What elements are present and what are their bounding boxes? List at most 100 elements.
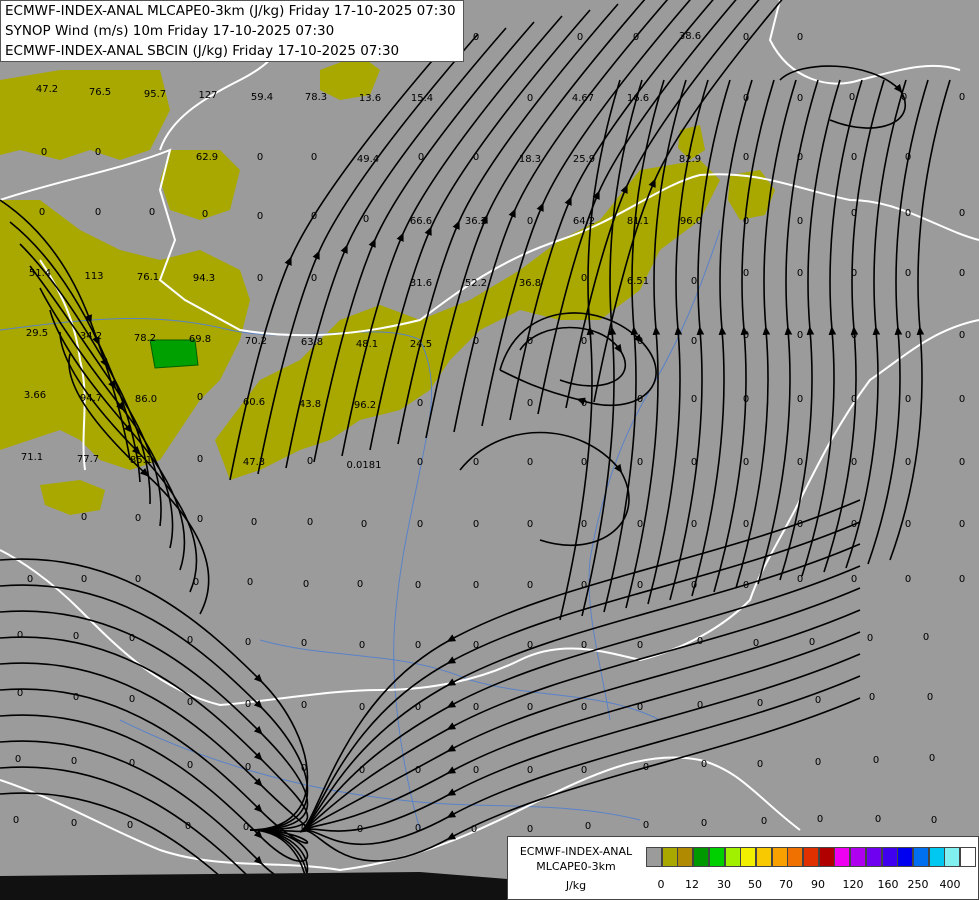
cape-zero-label: 0 (527, 765, 533, 776)
cape-zero-label: 0 (301, 763, 307, 774)
cape-zero-label: 0 (417, 398, 423, 409)
cape-zero-label: 0 (797, 216, 803, 227)
cape-zero-label: 0 (73, 631, 79, 642)
cape-value-label: 127 (198, 90, 217, 101)
cape-zero-label: 0 (417, 457, 423, 468)
cape-zero-label: 0 (585, 821, 591, 832)
cape-zero-label: 0 (187, 697, 193, 708)
cape-zero-label: 0 (743, 457, 749, 468)
cape-value-label: 71.1 (21, 452, 43, 463)
legend-label: 120 (842, 878, 864, 891)
cape-zero-label: 0 (905, 394, 911, 405)
cape-zero-label: 0 (743, 268, 749, 279)
cape-value-label: 69.8 (189, 334, 211, 345)
legend-swatch (881, 847, 898, 867)
cape-zero-label: 0 (959, 268, 965, 279)
legend-label: 70 (779, 878, 793, 891)
cape-value-label: 76.1 (137, 272, 159, 283)
legend-label: 12 (685, 878, 699, 891)
cape-zero-label: 0 (473, 702, 479, 713)
cape-zero-label: 0 (809, 637, 815, 648)
cape-zero-label: 0 (129, 758, 135, 769)
cape-zero-label: 0 (135, 574, 141, 585)
legend-swatch (834, 847, 851, 867)
legend-swatch (787, 847, 804, 867)
cape-zero-label: 0 (905, 208, 911, 219)
cape-zero-label: 0 (867, 633, 873, 644)
cape-zero-label: 0 (959, 574, 965, 585)
cape-zero-label: 0 (311, 273, 317, 284)
cape-zero-label: 0 (473, 32, 479, 43)
legend-swatch (865, 847, 882, 867)
cape-zero-label: 0 (245, 699, 251, 710)
cape-value-label: 13.6 (359, 93, 381, 104)
cape-zero-label: 0 (869, 692, 875, 703)
cape-zero-label: 0 (418, 152, 424, 163)
cape-zero-label: 0 (307, 456, 313, 467)
cape-zero-label: 0 (187, 760, 193, 771)
cape-value-label: 34.2 (80, 331, 102, 342)
legend-swatch (850, 847, 867, 867)
cape-zero-label: 0 (691, 580, 697, 591)
cape-zero-label: 0 (251, 517, 257, 528)
cape-zero-label: 0 (757, 759, 763, 770)
map-title-box: ECMWF-INDEX-ANAL MLCAPE0-3km (J/kg) Frid… (0, 0, 464, 62)
cape-zero-label: 0 (743, 394, 749, 405)
cape-zero-label: 0 (307, 517, 313, 528)
cape-zero-label: 0 (581, 457, 587, 468)
cape-zero-label: 0 (527, 336, 533, 347)
cape-zero-label: 0 (187, 635, 193, 646)
cape-value-label: 113 (84, 271, 103, 282)
legend-swatch (818, 847, 835, 867)
legend-title-param: MLCAPE0-3km (536, 860, 616, 873)
legend-title-unit: J/kg (565, 879, 587, 892)
cape-zero-label: 0 (359, 765, 365, 776)
cape-value-label: 96.2 (354, 400, 376, 411)
cape-zero-label: 0 (417, 519, 423, 530)
cape-zero-label: 0 (527, 640, 533, 651)
cape-zero-label: 0 (797, 330, 803, 341)
cape-zero-label: 0 (473, 519, 479, 530)
cape-zero-label: 0 (473, 336, 479, 347)
cape-value-label: 36.2 (465, 216, 487, 227)
cape-zero-label: 0 (797, 93, 803, 104)
cape-zero-label: 0 (637, 640, 643, 651)
cape-zero-label: 0 (905, 268, 911, 279)
cape-zero-label: 0 (577, 32, 583, 43)
cape-value-label: 16.6 (627, 93, 649, 104)
cape-zero-label: 0 (637, 336, 643, 347)
cape-zero-label: 0 (81, 512, 87, 523)
cape-zero-label: 0 (197, 454, 203, 465)
cape-zero-label: 0 (415, 765, 421, 776)
cape-value-label: 78.3 (305, 92, 327, 103)
cape-zero-label: 0 (743, 93, 749, 104)
cape-value-label: 43.8 (299, 399, 321, 410)
cape-zero-label: 0 (959, 519, 965, 530)
cape-value-label: 52.2 (465, 278, 487, 289)
cape-zero-label: 0 (931, 815, 937, 826)
cape-zero-label: 0 (637, 702, 643, 713)
cape-zero-label: 0 (185, 821, 191, 832)
cape-zero-label: 0 (633, 32, 639, 43)
cape-zero-label: 0 (301, 823, 307, 834)
cape-zero-label: 0 (129, 633, 135, 644)
cape-region-west (0, 70, 170, 160)
cape-zero-label: 0 (135, 513, 141, 524)
cape-zero-label: 0 (257, 211, 263, 222)
cape-value-label: 47.3 (243, 457, 265, 468)
title-line-wind: SYNOP Wind (m/s) 10m Friday 17-10-2025 0… (5, 23, 335, 39)
cape-zero-label: 0 (415, 823, 421, 834)
cape-zero-label: 0 (851, 457, 857, 468)
cape-zero-label: 0 (95, 147, 101, 158)
cape-zero-label: 0 (743, 152, 749, 163)
cape-zero-label: 0 (643, 820, 649, 831)
cape-value-label: 85.1 (130, 455, 152, 466)
cape-value-label: 96.0 (680, 216, 702, 227)
legend-label: 160 (877, 878, 899, 891)
cape-zero-label: 0 (527, 216, 533, 227)
cape-zero-label: 0 (929, 753, 935, 764)
cape-value-label: 36.8 (519, 278, 541, 289)
cape-zero-label: 0 (15, 754, 21, 765)
cape-value-label: 47.2 (36, 84, 58, 95)
cape-zero-label: 0 (27, 574, 33, 585)
